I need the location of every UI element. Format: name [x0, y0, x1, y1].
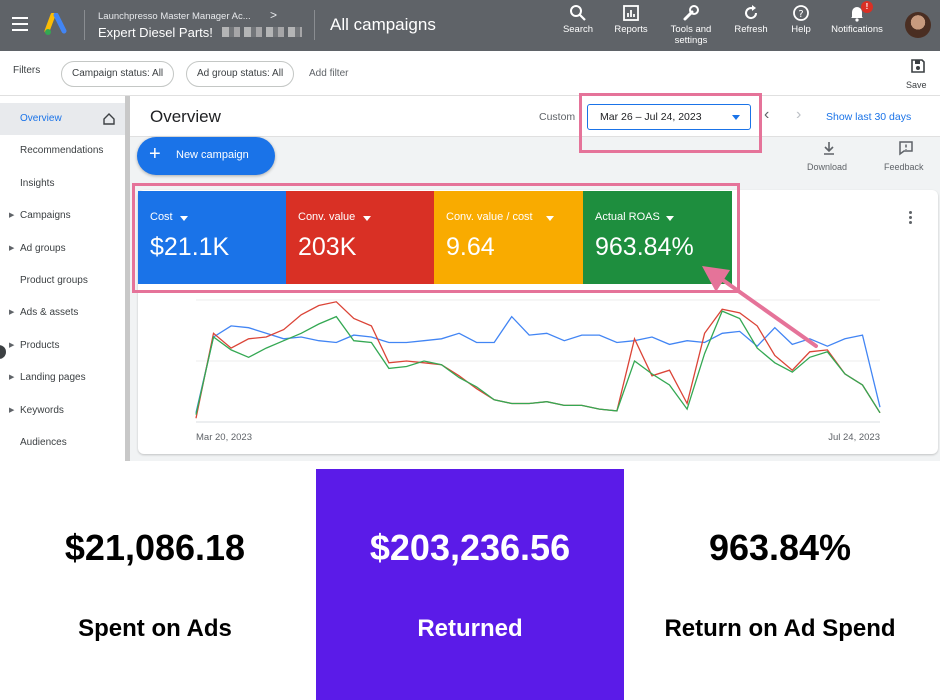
account-path[interactable]: Launchpresso Master Manager Ac...	[98, 11, 251, 22]
sidebar-item-label: Ad groups	[20, 242, 66, 254]
chevron-right-icon: >	[270, 8, 278, 22]
tools-settings-button[interactable]: Tools and settings	[661, 4, 721, 46]
new-campaign-label: New campaign	[176, 149, 249, 161]
download-icon[interactable]	[821, 140, 837, 156]
search-label: Search	[562, 24, 594, 35]
feedback-icon[interactable]	[898, 140, 914, 156]
redacted-account-id	[222, 27, 302, 37]
sidebar-item-label: Landing pages	[20, 372, 86, 384]
stat-spent-caption: Spent on Ads	[78, 615, 232, 642]
kpi-highlight-box	[132, 183, 740, 293]
stat-returned-caption: Returned	[417, 615, 523, 642]
stat-roas: 963.84% Return on Ad Spend	[625, 469, 935, 700]
new-campaign-button[interactable]: + New campaign	[137, 137, 275, 175]
overview-header	[130, 96, 940, 137]
sidebar-item-label: Audiences	[20, 437, 67, 448]
save-icon[interactable]	[910, 58, 926, 74]
plus-icon: +	[149, 143, 161, 165]
chevron-right-icon[interactable]: ›	[796, 106, 801, 124]
campaign-status-filter[interactable]: Campaign status: All	[61, 61, 175, 87]
sidebar-item-label: Product groups	[20, 275, 88, 286]
add-filter-button[interactable]: Add filter	[309, 68, 348, 79]
refresh-label: Refresh	[734, 24, 768, 35]
x-axis-start-label: Mar 20, 2023	[196, 432, 252, 443]
sidebar-item-label: Insights	[20, 177, 55, 189]
expand-caret-icon: ▶	[9, 244, 15, 252]
reports-icon	[623, 5, 639, 21]
sidebar-item-keywords[interactable]: ▶ Keywords	[0, 395, 125, 427]
chevron-left-icon[interactable]: ‹	[764, 106, 769, 124]
annotation-arrow	[702, 266, 818, 348]
sidebar-item-label: Products	[20, 339, 60, 351]
stat-spent-value: $21,086.18	[64, 527, 246, 568]
account-name[interactable]: Expert Diesel Parts!	[98, 25, 213, 40]
sidebar-item-label: Campaigns	[20, 210, 71, 222]
sidebar-item-products[interactable]: ▶ Products	[0, 330, 125, 362]
wrench-icon	[683, 5, 699, 21]
stat-returned: $203,236.56 Returned	[316, 469, 624, 700]
help-label: Help	[791, 24, 811, 35]
sidebar-item-audiences[interactable]: Audiences	[0, 427, 125, 459]
stat-spent: $21,086.18 Spent on Ads	[0, 469, 310, 700]
search-button[interactable]: Search	[548, 4, 608, 35]
page-title: All campaigns	[330, 15, 436, 34]
expand-caret-icon: ▶	[9, 309, 15, 317]
save-label: Save	[906, 80, 927, 90]
download-label: Download	[807, 162, 848, 172]
notifications-label: Notifications	[831, 24, 883, 35]
tools-settings-label: Tools and settings	[670, 24, 712, 46]
ad-group-status-filter[interactable]: Ad group status: All	[186, 61, 295, 87]
search-icon	[570, 5, 586, 21]
sidebar-item-landing-pages[interactable]: ▶ Landing pages	[0, 362, 125, 394]
sidebar-item-label: Recommendations	[20, 145, 104, 157]
date-range-highlight-box	[579, 93, 762, 153]
refresh-icon	[745, 5, 758, 20]
expand-caret-icon: ▶	[9, 374, 15, 382]
expand-caret-icon: ▶	[9, 341, 15, 349]
google-ads-logo-icon	[44, 13, 67, 35]
help-icon: ?	[793, 5, 809, 21]
filter-bar: Filters Campaign status: All Ad group st…	[0, 51, 940, 96]
sidebar-item-ads-assets[interactable]: ▶ Ads & assets	[0, 297, 125, 329]
sidebar: Overview Recommendations Insights ▶ Campaign…	[0, 96, 130, 461]
feedback-label: Feedback	[884, 162, 924, 172]
top-app-bar: Launchpresso Master Manager Ac... > Expe…	[0, 0, 940, 51]
reports-label: Reports	[614, 24, 648, 35]
help-button[interactable]: ? Help	[771, 4, 831, 35]
custom-label: Custom	[539, 111, 576, 123]
avatar[interactable]	[905, 12, 931, 38]
notification-badge: !	[861, 1, 873, 13]
show-last-30-days-link[interactable]: Show last 30 days	[826, 111, 911, 123]
sidebar-item-label: Ads & assets	[20, 307, 79, 319]
more-options-icon[interactable]	[909, 211, 913, 224]
expand-caret-icon: ▶	[9, 212, 15, 220]
svg-text:?: ?	[798, 9, 803, 20]
stat-roas-value: 963.84%	[708, 527, 852, 568]
expand-caret-icon: ▶	[9, 406, 15, 414]
sidebar-item-label: Keywords	[20, 404, 64, 416]
sidebar-item-recommendations[interactable]: Recommendations	[0, 135, 125, 167]
x-axis-end-label: Jul 24, 2023	[828, 432, 880, 443]
stat-roas-caption: Return on Ad Spend	[664, 615, 896, 642]
sidebar-item-label: Overview	[20, 113, 62, 124]
filters-label: Filters	[13, 65, 41, 76]
stat-returned-value: $203,236.56	[369, 527, 571, 568]
reports-button[interactable]: Reports	[601, 4, 661, 35]
menu-icon[interactable]	[12, 17, 28, 31]
sidebar-item-campaigns[interactable]: ▶ Campaigns	[0, 200, 125, 232]
sidebar-item-insights[interactable]: Insights	[0, 168, 125, 200]
notifications-button[interactable]: Notifications	[827, 4, 887, 35]
home-icon	[103, 113, 115, 125]
sidebar-item-ad-groups[interactable]: ▶ Ad groups	[0, 233, 125, 265]
overview-title: Overview	[150, 107, 221, 126]
sidebar-item-product-groups[interactable]: Product groups	[0, 265, 125, 297]
